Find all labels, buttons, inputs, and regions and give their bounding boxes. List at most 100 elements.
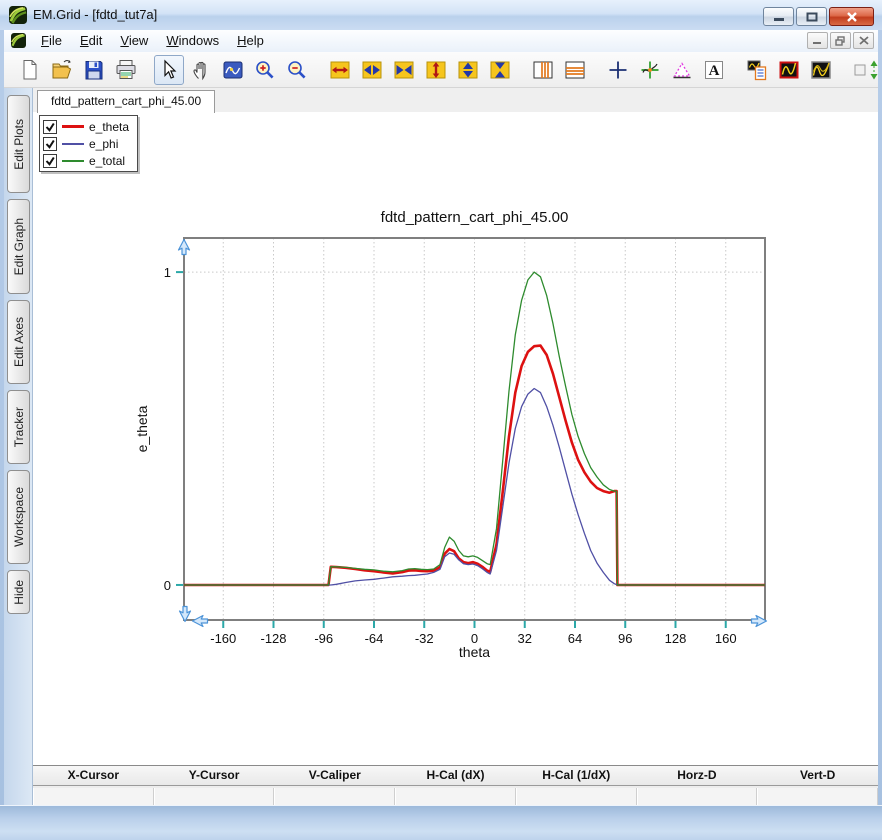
legend-label: e_total	[89, 154, 125, 168]
legend-box: e_theta e_phi e_total	[39, 115, 138, 172]
sidebar-tab-label: Edit Plots	[12, 119, 26, 170]
overlay-plots-button[interactable]	[806, 55, 836, 85]
sidebar-tab-tracker[interactable]: Tracker	[7, 390, 30, 464]
zoom-region-button[interactable]	[218, 55, 248, 85]
compress-y-icon	[488, 58, 512, 82]
link-y-axes-icon	[852, 58, 882, 82]
document-logo-icon	[11, 33, 26, 48]
svg-text:32: 32	[518, 631, 532, 646]
sidebar-tab-label: Tracker	[12, 407, 26, 447]
print-button[interactable]	[111, 55, 141, 85]
svg-text:96: 96	[618, 631, 632, 646]
close-button[interactable]	[829, 7, 874, 26]
crosshair-button[interactable]	[603, 55, 633, 85]
app-window: EM.Grid - [fdtd_tut7a] FileEditViewWindo…	[0, 0, 882, 840]
menu-edit[interactable]: Edit	[71, 30, 111, 52]
svg-text:A: A	[709, 63, 720, 79]
split-vertical-button[interactable]	[528, 55, 558, 85]
status-value-cell	[395, 788, 516, 805]
pan-tool-button[interactable]	[186, 55, 216, 85]
pan-tool-icon	[189, 58, 213, 82]
legend-row-e_phi: e_phi	[43, 135, 129, 152]
svg-text:128: 128	[665, 631, 687, 646]
legend-checkbox-e_theta[interactable]	[43, 120, 57, 134]
open-file-icon	[50, 58, 74, 82]
svg-text:1: 1	[164, 265, 171, 280]
maximize-button[interactable]	[796, 7, 827, 26]
single-plot-button[interactable]	[774, 55, 804, 85]
svg-text:-128: -128	[260, 631, 286, 646]
legend-checkbox-e_phi[interactable]	[43, 137, 57, 151]
zoom-out-button[interactable]	[282, 55, 312, 85]
save-button[interactable]	[79, 55, 109, 85]
menu-file[interactable]: File	[32, 30, 71, 52]
mdi-minimize-button[interactable]	[807, 32, 828, 49]
tracker-button[interactable]	[635, 55, 665, 85]
full-scale-y-button[interactable]	[421, 55, 451, 85]
compress-y-button[interactable]	[485, 55, 515, 85]
window-bottom-border	[0, 805, 882, 840]
print-icon	[114, 58, 138, 82]
single-plot-icon	[777, 58, 801, 82]
zoom-in-button[interactable]	[250, 55, 280, 85]
zoom-region-icon	[221, 58, 245, 82]
menu-windows[interactable]: Windows	[157, 30, 228, 52]
document-tab[interactable]: fdtd_pattern_cart_phi_45.00	[37, 90, 215, 113]
menu-items: FileEditViewWindowsHelp	[32, 30, 273, 52]
mdi-restore-button[interactable]	[830, 32, 851, 49]
split-horizontal-icon	[563, 58, 587, 82]
main-area: Edit Plots Edit Graph Edit Axes Tracker Work…	[4, 88, 878, 806]
expand-y-button[interactable]	[453, 55, 483, 85]
new-document-button[interactable]	[15, 55, 45, 85]
status-value-cell	[516, 788, 637, 805]
legend-line-sample	[62, 125, 84, 128]
svg-text:-96: -96	[314, 631, 333, 646]
svg-text:e_theta: e_theta	[134, 405, 150, 452]
text-annotation-button[interactable]: A	[699, 55, 729, 85]
sidebar-tab-hide[interactable]: Hide	[7, 570, 30, 614]
content-area: fdtd_pattern_cart_phi_45.00 -160-128-96-…	[32, 88, 878, 806]
compress-x-button[interactable]	[389, 55, 419, 85]
open-file-button[interactable]	[47, 55, 77, 85]
legend-checkbox-e_total[interactable]	[43, 154, 57, 168]
expand-y-icon	[456, 58, 480, 82]
legend-row-e_theta: e_theta	[43, 118, 129, 135]
overlay-plots-icon	[809, 58, 833, 82]
sidebar-tab-label: Edit Graph	[12, 218, 26, 275]
menu-view[interactable]: View	[111, 30, 157, 52]
svg-text:fdtd_pattern_cart_phi_45.00: fdtd_pattern_cart_phi_45.00	[381, 209, 569, 226]
sidebar-tab-edit-plots[interactable]: Edit Plots	[7, 95, 30, 193]
sidebar-tab-workspace[interactable]: Workspace	[7, 470, 30, 564]
sidebar-tab-edit-graph[interactable]: Edit Graph	[7, 199, 30, 294]
legend-toggle-button[interactable]	[742, 55, 772, 85]
chart-canvas[interactable]: -160-128-96-64-32032649612816001fdtd_pat…	[33, 112, 878, 765]
split-horizontal-button[interactable]	[560, 55, 590, 85]
sidebar-tab-edit-axes[interactable]: Edit Axes	[7, 300, 30, 384]
series-e_theta	[184, 346, 765, 585]
status-value-cell	[757, 788, 878, 805]
full-scale-x-button[interactable]	[325, 55, 355, 85]
status-headers: X-CursorY-CursorV-CaliperH-Cal (dX)H-Cal…	[33, 766, 878, 786]
status-value-cell	[33, 788, 154, 805]
caliper-button[interactable]	[667, 55, 697, 85]
svg-text:-64: -64	[365, 631, 384, 646]
status-header-y-cursor: Y-Cursor	[154, 766, 275, 785]
mdi-close-button[interactable]	[853, 32, 874, 49]
sidebar-tab-label: Workspace	[12, 487, 26, 547]
split-vertical-icon	[531, 58, 555, 82]
menu-help[interactable]: Help	[228, 30, 273, 52]
minimize-button[interactable]	[763, 7, 794, 26]
select-tool-button[interactable]	[154, 55, 184, 85]
title-bar: EM.Grid - [fdtd_tut7a]	[0, 0, 882, 30]
legend-line-sample	[62, 143, 84, 145]
legend-line-sample	[62, 160, 84, 162]
toolbar: ALayout	[4, 52, 878, 88]
status-value-cell	[154, 788, 275, 805]
svg-text:64: 64	[568, 631, 582, 646]
status-header-vert-d: Vert-D	[757, 766, 878, 785]
legend-row-e_total: e_total	[43, 152, 129, 169]
legend-label: e_phi	[89, 137, 118, 151]
zoom-out-icon	[285, 58, 309, 82]
expand-x-button[interactable]	[357, 55, 387, 85]
link-y-axes-button[interactable]	[849, 55, 882, 85]
